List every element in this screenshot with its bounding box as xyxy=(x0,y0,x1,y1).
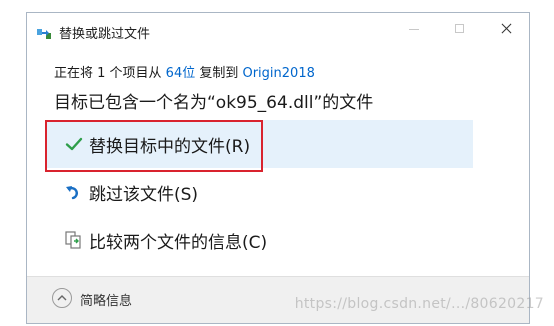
replace-file-option[interactable]: 替换目标中的文件(R) xyxy=(45,120,473,168)
checkmark-icon xyxy=(65,135,83,153)
compare-option-label: 比较两个文件的信息(C) xyxy=(89,233,268,253)
close-button[interactable] xyxy=(483,13,529,45)
skip-arrow-icon xyxy=(65,183,83,201)
title-bar: 替换或跳过文件 xyxy=(27,13,529,49)
destination-folder-link[interactable]: Origin2018 xyxy=(242,66,314,81)
file-transfer-icon xyxy=(37,25,51,39)
details-label[interactable]: 简略信息 xyxy=(80,290,132,309)
source-folder-link[interactable]: 64位 xyxy=(166,66,196,81)
details-toggle-button[interactable] xyxy=(52,288,72,308)
compare-files-option[interactable]: 比较两个文件的信息(C) xyxy=(45,216,473,264)
copy-status-text: 正在将 1 个项目从 64位 复制到 Origin2018 xyxy=(54,62,315,81)
watermark-text: https://blog.csdn.net/.../80620217 xyxy=(294,296,544,312)
compare-files-icon xyxy=(65,231,83,249)
window-title: 替换或跳过文件 xyxy=(59,27,151,42)
minimize-button[interactable] xyxy=(391,13,437,45)
copy-middle: 复制到 xyxy=(195,66,243,81)
conflict-message: 目标已包含一个名为“ok95_64.dll”的文件 xyxy=(54,93,374,113)
replace-option-label: 替换目标中的文件(R) xyxy=(89,137,251,157)
replace-or-skip-dialog: 替换或跳过文件 正在将 1 个项目从 64位 复制到 Origin2018 目标… xyxy=(26,12,530,324)
skip-file-option[interactable]: 跳过该文件(S) xyxy=(45,168,473,216)
maximize-button[interactable] xyxy=(437,13,483,45)
skip-option-label: 跳过该文件(S) xyxy=(89,185,199,205)
chevron-up-icon xyxy=(57,295,67,301)
copy-prefix: 正在将 1 个项目从 xyxy=(54,66,166,81)
